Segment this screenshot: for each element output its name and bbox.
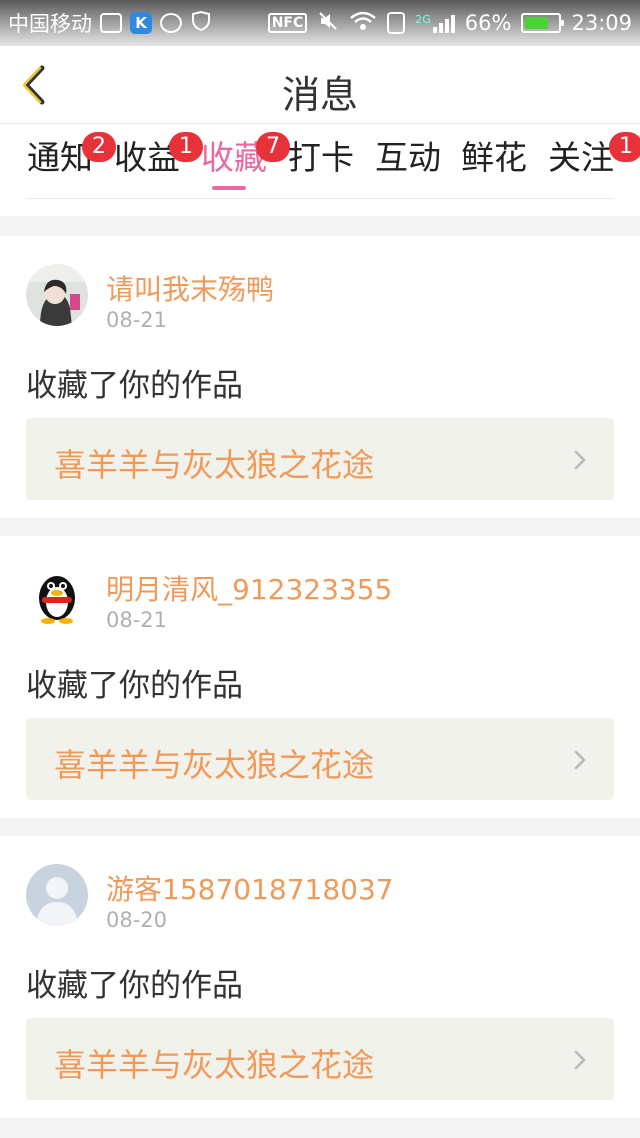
tab-label: 打卡 xyxy=(288,138,354,177)
tab-divider xyxy=(26,198,614,199)
tab-bar: 通知 2 收益 1 收藏 7 打卡 互动 鲜花 关注 1 xyxy=(0,124,640,216)
mute-icon xyxy=(317,10,339,37)
network-type: 2G xyxy=(415,13,431,26)
chevron-right-icon xyxy=(574,750,586,770)
tab-flowers[interactable]: 鲜花 xyxy=(458,138,530,198)
username-link[interactable]: 明月清风_912323355 xyxy=(106,568,392,608)
clock: 23:09 xyxy=(571,11,632,35)
username-link[interactable]: 游客1587018718037 xyxy=(106,868,394,908)
tab-follows[interactable]: 关注 1 xyxy=(545,132,640,198)
signal-icon: 2G xyxy=(415,13,455,33)
tab-label: 互动 xyxy=(375,138,441,177)
chevron-right-icon xyxy=(574,450,586,470)
image-icon xyxy=(100,13,122,33)
vpn-shield-icon xyxy=(190,10,212,37)
message-action-text: 收藏了你的作品 xyxy=(26,368,243,404)
tab-notifications[interactable]: 通知 2 xyxy=(24,132,116,198)
active-tab-indicator xyxy=(212,186,246,190)
message-date: 08-21 xyxy=(106,608,168,632)
message-card: 请叫我末殇鸭 08-21 收藏了你的作品 喜羊羊与灰太狼之花途 xyxy=(0,236,640,518)
message-action-text: 收藏了你的作品 xyxy=(26,968,243,1004)
battery-charging-icon xyxy=(521,13,565,33)
tab-interactions[interactable]: 互动 xyxy=(372,138,444,198)
user-avatar[interactable] xyxy=(26,264,88,326)
page-title: 消息 xyxy=(281,73,358,117)
browser-icon xyxy=(160,13,182,33)
carrier-label: 中国移动 xyxy=(8,12,92,36)
work-link[interactable]: 喜羊羊与灰太狼之花途 xyxy=(26,718,614,800)
header-bar: 消息 xyxy=(0,46,640,124)
message-action-text: 收藏了你的作品 xyxy=(26,668,243,704)
k-app-icon: K xyxy=(130,12,152,34)
user-avatar[interactable] xyxy=(26,864,88,926)
message-card: 明月清风_912323355 08-21 收藏了你的作品 喜羊羊与灰太狼之花途 xyxy=(0,536,640,818)
battery-percent: 66% xyxy=(464,11,512,35)
user-avatar[interactable] xyxy=(26,564,88,626)
status-bar: 中国移动 K NFC 2G 66% 23:09 xyxy=(0,0,640,46)
work-link[interactable]: 喜羊羊与灰太狼之花途 xyxy=(26,1018,614,1100)
work-title: 喜羊羊与灰太狼之花途 xyxy=(54,446,375,484)
wifi-icon xyxy=(349,10,377,37)
username-link[interactable]: 请叫我末殇鸭 xyxy=(106,268,274,308)
sim-icon xyxy=(387,12,406,34)
tab-earnings[interactable]: 收益 1 xyxy=(111,132,203,198)
tab-checkin[interactable]: 打卡 xyxy=(285,138,357,198)
tab-favorites[interactable]: 收藏 7 xyxy=(198,132,290,198)
message-date: 08-21 xyxy=(106,308,168,332)
unread-badge: 1 xyxy=(609,132,640,162)
nfc-icon: NFC xyxy=(267,13,308,33)
chevron-right-icon xyxy=(574,1050,586,1070)
work-title: 喜羊羊与灰太狼之花途 xyxy=(54,746,375,784)
work-link[interactable]: 喜羊羊与灰太狼之花途 xyxy=(26,418,614,500)
message-card: 游客1587018718037 08-20 收藏了你的作品 喜羊羊与灰太狼之花途 xyxy=(0,836,640,1118)
work-title: 喜羊羊与灰太狼之花途 xyxy=(54,1046,375,1084)
tab-label: 鲜花 xyxy=(461,138,527,177)
message-date: 08-20 xyxy=(106,908,168,932)
tab-label: 关注 xyxy=(548,138,614,177)
